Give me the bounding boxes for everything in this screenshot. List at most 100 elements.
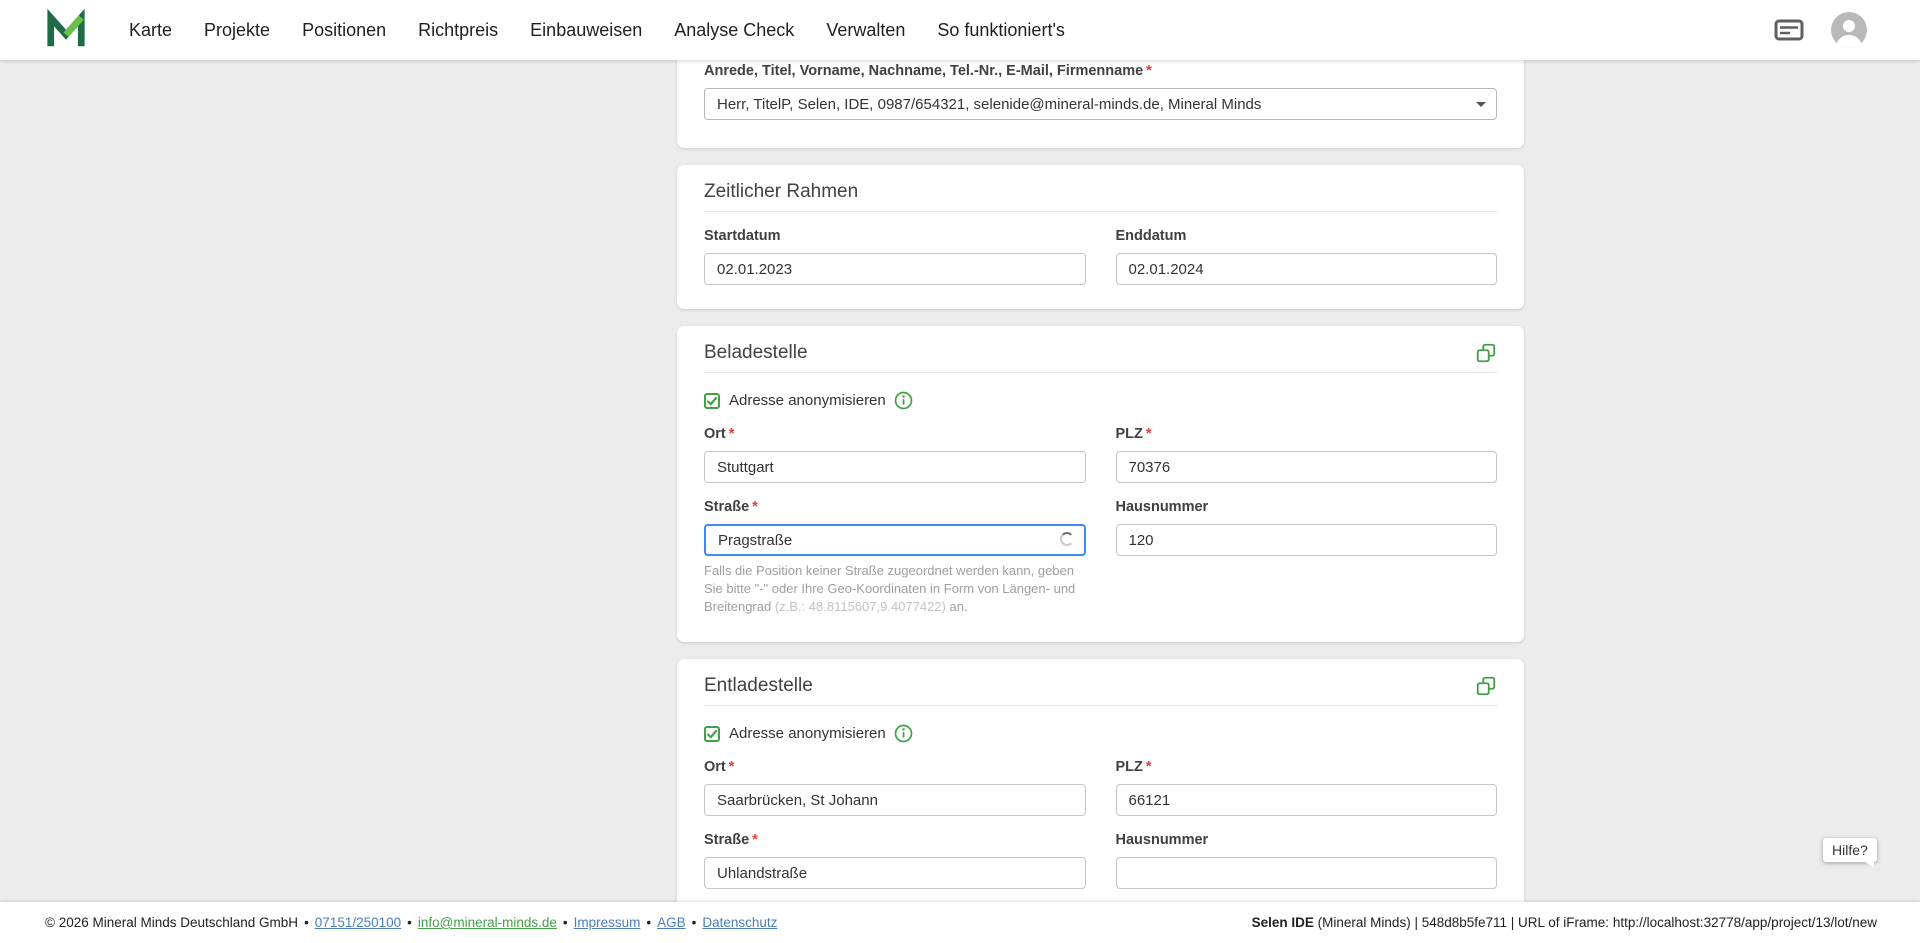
form-column: Anrede, Titel, Vorname, Nachname, Tel.-N… (677, 20, 1524, 932)
session-info: Selen IDE (Mineral Minds) | 548d8b5fe711… (1252, 915, 1877, 930)
entlade-strasse-label: Straße * (704, 832, 1086, 850)
divider (704, 372, 1497, 373)
logo-icon (47, 9, 85, 47)
strasse-helper-text: Falls die Position keiner Straße zugeord… (704, 562, 1086, 616)
timeframe-card: Zeitlicher Rahmen Startdatum Enddatum (677, 165, 1524, 309)
belade-plz-field: PLZ * (1115, 426, 1498, 483)
navbar: Karte Projekte Positionen Richtpreis Ein… (0, 0, 1920, 60)
session-details: (Mineral Minds) | 548d8b5fe711 | URL of … (1313, 915, 1877, 930)
nav-item-richtpreis[interactable]: Richtpreis (402, 20, 514, 41)
divider (704, 211, 1497, 212)
hausnummer-label-text: Hausnummer (1115, 832, 1209, 848)
nav-item-verwalten[interactable]: Verwalten (810, 20, 921, 41)
ort-label-text: Ort (704, 426, 726, 442)
helper-example-text: (z.B.: 48.8115607,9.4077422) (774, 599, 946, 614)
entlade-hausnummer-input[interactable] (1115, 857, 1497, 889)
belade-hausnummer-input[interactable] (1115, 524, 1497, 556)
enddatum-field: Enddatum (1115, 228, 1498, 285)
nav-menu: Karte Projekte Positionen Richtpreis Ein… (113, 20, 1081, 41)
belade-strasse-input[interactable] (704, 524, 1086, 556)
contact-select[interactable]: Herr, TitelP, Selen, IDE, 0987/654321, s… (704, 88, 1497, 120)
belade-strasse-label: Straße * (704, 499, 1086, 517)
impressum-link[interactable]: Impressum (574, 915, 641, 930)
nav-item-einbauweisen[interactable]: Einbauweisen (514, 20, 658, 41)
startdatum-input[interactable] (704, 253, 1086, 285)
required-mark: * (752, 499, 758, 515)
copy-icon[interactable] (1475, 342, 1497, 364)
required-mark: * (1145, 426, 1152, 442)
divider (704, 705, 1497, 706)
separator: • (304, 915, 309, 930)
startdatum-field: Startdatum (704, 228, 1086, 285)
belade-hausnummer-label: Hausnummer (1116, 499, 1498, 517)
belade-strasse-field: Straße* Falls die Position keiner Straße… (704, 499, 1086, 616)
entlade-ort-input[interactable] (704, 784, 1086, 816)
required-mark: * (1145, 759, 1152, 775)
contact-label: Anrede, Titel, Vorname, Nachname, Tel.-N… (704, 63, 1497, 81)
phone-link[interactable]: 07151/250100 (315, 915, 401, 930)
required-mark: * (752, 832, 758, 848)
entladestelle-title: Entladestelle (704, 675, 813, 696)
belade-hausnummer-field: Hausnummer (1115, 499, 1498, 556)
anonymize-label[interactable]: Adresse anonymisieren (729, 392, 886, 409)
info-icon[interactable] (894, 391, 913, 410)
mineral-minds-logo[interactable] (45, 9, 87, 51)
enddatum-input[interactable] (1115, 253, 1497, 285)
footer: © 2026 Mineral Minds Deutschland GmbH • 07… (0, 902, 1920, 943)
required-mark: * (728, 759, 735, 775)
separator: • (691, 915, 697, 930)
navbar-right (1774, 12, 1867, 48)
required-mark: * (728, 426, 735, 442)
hausnummer-label-text: Hausnummer (1115, 499, 1209, 515)
helper-suffix-text: an. (945, 599, 968, 614)
ort-label-text: Ort (704, 759, 726, 775)
entlade-plz-field: PLZ * (1115, 759, 1498, 816)
strasse-label-text: Straße (704, 499, 750, 515)
enddatum-label-text: Enddatum (1115, 228, 1187, 244)
nav-item-so-funktionierts[interactable]: So funktioniert's (921, 20, 1081, 41)
copy-icon[interactable] (1475, 675, 1497, 697)
entlade-strasse-input[interactable] (704, 857, 1086, 889)
belade-ort-label: Ort * (704, 426, 1086, 444)
help-button[interactable]: Hilfe? (1823, 838, 1877, 868)
plz-label-text: PLZ (1115, 759, 1143, 775)
session-user: Selen IDE (1251, 915, 1314, 930)
datenschutz-link[interactable]: Datenschutz (702, 915, 777, 930)
enddatum-label: Enddatum (1116, 228, 1498, 246)
required-mark: * (1146, 63, 1152, 79)
copyright-text: © 2026 Mineral Minds Deutschland GmbH (45, 915, 299, 930)
beladestelle-title: Beladestelle (704, 342, 808, 363)
entlade-ort-label: Ort * (704, 759, 1086, 777)
entlade-hausnummer-field: Hausnummer (1115, 832, 1498, 889)
belade-plz-input[interactable] (1115, 451, 1497, 483)
entlade-ort-field: Ort * (704, 759, 1086, 816)
anonymize-label[interactable]: Adresse anonymisieren (729, 725, 886, 742)
footer-info: © 2026 Mineral Minds Deutschland GmbH • 07… (45, 915, 777, 930)
beladestelle-card: Beladestelle Adresse anonymisieren Ort *… (677, 326, 1524, 642)
terminal-icon[interactable] (1774, 19, 1804, 41)
entlade-plz-input[interactable] (1115, 784, 1497, 816)
nav-item-analyse-check[interactable]: Analyse Check (658, 20, 810, 41)
entlade-hausnummer-label: Hausnummer (1116, 832, 1498, 850)
user-avatar[interactable] (1831, 12, 1867, 48)
startdatum-label-text: Startdatum (704, 228, 781, 244)
nav-item-projekte[interactable]: Projekte (188, 20, 286, 41)
belade-plz-label: PLZ * (1116, 426, 1498, 444)
anonymize-checkbox[interactable] (704, 725, 720, 742)
entlade-plz-label: PLZ * (1116, 759, 1498, 777)
anonymize-checkbox[interactable] (704, 392, 720, 409)
email-link[interactable]: info@mineral-minds.de (418, 915, 557, 930)
belade-ort-input[interactable] (704, 451, 1086, 483)
entladestelle-card: Entladestelle Adresse anonymisieren Ort … (677, 659, 1524, 915)
nav-item-positionen[interactable]: Positionen (286, 20, 402, 41)
contact-label-text: Anrede, Titel, Vorname, Nachname, Tel.-N… (704, 63, 1144, 79)
entlade-strasse-field: Straße * (704, 832, 1086, 889)
agb-link[interactable]: AGB (657, 915, 686, 930)
check-icon (706, 729, 718, 739)
info-icon[interactable] (894, 724, 913, 743)
check-icon (706, 396, 718, 406)
nav-item-karte[interactable]: Karte (113, 20, 188, 41)
strasse-label-text: Straße (704, 832, 750, 848)
contact-select-value: Herr, TitelP, Selen, IDE, 0987/654321, s… (717, 95, 1262, 113)
loading-spinner-icon (1059, 532, 1074, 546)
